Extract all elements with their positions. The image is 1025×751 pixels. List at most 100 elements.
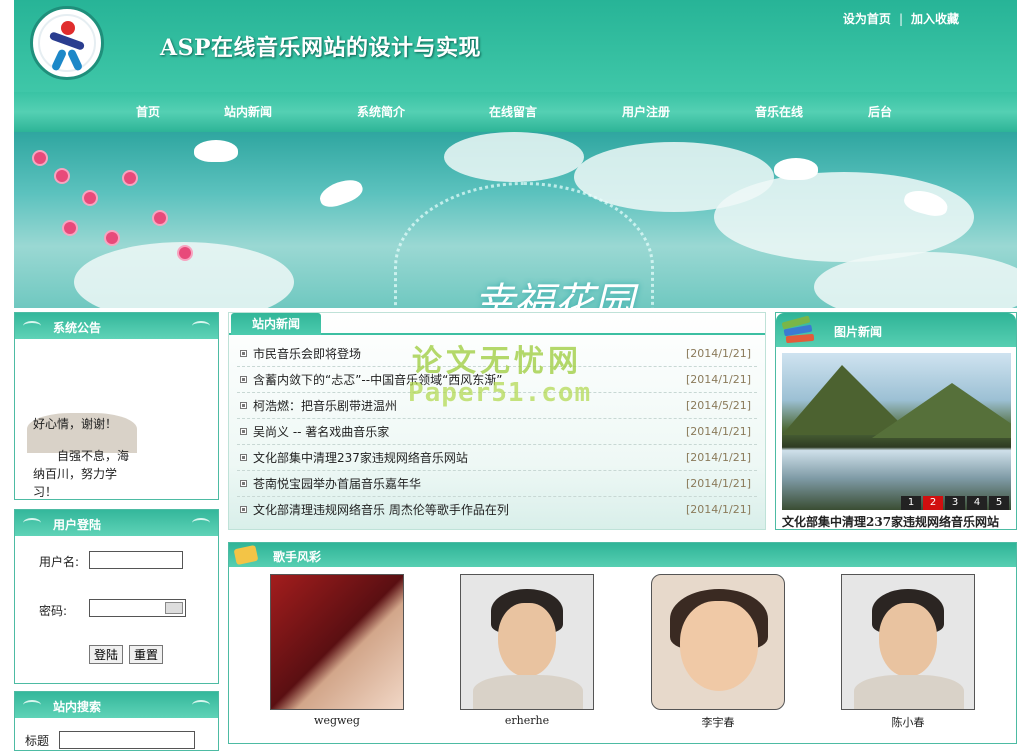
site-header: ASP在线音乐网站的设计与实现 设为首页 | 加入收藏 (14, 0, 1017, 92)
photo-mountain (872, 383, 1011, 438)
singer-photo[interactable] (841, 574, 975, 710)
pager-button-3[interactable]: 3 (945, 496, 965, 510)
set-homepage-link[interactable]: 设为首页 (843, 12, 891, 26)
singer-name[interactable]: wegweg (270, 714, 404, 727)
news-item: 市民音乐会即将登场 [2014/1/21] (237, 341, 757, 367)
news-item: 吴尚义 -- 著名戏曲音乐家 [2014/1/21] (237, 419, 757, 445)
news-item-title[interactable]: 苍南悦宝园举办首届音乐嘉年华 (253, 471, 421, 497)
bullet-icon (240, 376, 247, 383)
singer-name[interactable]: 李宇春 (651, 714, 785, 730)
nav-item-admin[interactable]: 后台 (868, 103, 892, 120)
title-ornament-icon (23, 700, 41, 710)
reset-button[interactable]: 重置 (129, 645, 164, 664)
news-item-title[interactable]: 市民音乐会即将登场 (253, 341, 361, 367)
singer-face (498, 603, 556, 677)
pager-button-1[interactable]: 1 (901, 496, 921, 510)
singer-shirt (473, 675, 583, 709)
banner-cloud (714, 172, 974, 262)
picture-news-title: 图片新闻 (776, 313, 1016, 347)
pager-button-4[interactable]: 4 (967, 496, 987, 510)
news-item-date: [2014/1/21] (686, 425, 751, 438)
blossom-icon (106, 232, 118, 244)
news-item: 苍南悦宝园举办首届音乐嘉年华 [2014/1/21] (237, 471, 757, 497)
bullet-icon (240, 402, 247, 409)
news-photo[interactable]: 12345 (782, 353, 1011, 510)
login-button[interactable]: 登陆 (89, 645, 124, 664)
search-panel: 站内搜索 标题 (14, 691, 219, 751)
nav-item-guestbook[interactable]: 在线留言 (489, 103, 537, 120)
announcement-title: 系统公告 (15, 313, 218, 339)
banner-script-text: 幸福花园 (474, 280, 634, 308)
top-links: 设为首页 | 加入收藏 (843, 10, 959, 27)
login-title-text: 用户登陆 (53, 518, 102, 532)
singer-card[interactable]: erherhe (460, 574, 594, 727)
singer-photo[interactable] (270, 574, 404, 710)
site-logo[interactable] (30, 6, 104, 80)
bullet-icon (240, 454, 247, 461)
singer-photo[interactable] (651, 574, 785, 710)
news-item-title[interactable]: 含蓄内敛下的“忐忑”--中国音乐领域“西风东渐” (253, 367, 503, 393)
title-ornament-icon (23, 518, 41, 528)
nav-item-news[interactable]: 站内新闻 (224, 103, 272, 120)
blossom-icon (34, 152, 46, 164)
pager-button-5[interactable]: 5 (989, 496, 1009, 510)
singer-face (879, 603, 937, 677)
bullet-icon (240, 480, 247, 487)
bullet-icon (240, 506, 247, 513)
announcement-title-text: 系统公告 (53, 321, 102, 335)
blossom-icon (64, 222, 76, 234)
singer-face (680, 601, 758, 691)
nav-item-register[interactable]: 用户注册 (622, 103, 670, 120)
dove-icon (194, 140, 238, 162)
singer-name[interactable]: 陈小春 (841, 714, 975, 730)
books-icon (780, 315, 816, 345)
add-favorite-link[interactable]: 加入收藏 (911, 12, 959, 26)
news-panel: 站内新闻 市民音乐会即将登场 [2014/1/21] 含蓄内敛下的“忐忑”--中国… (228, 312, 766, 530)
password-label: 密码: (39, 604, 68, 618)
dove-icon (774, 158, 818, 180)
news-list: 市民音乐会即将登场 [2014/1/21] 含蓄内敛下的“忐忑”--中国音乐领域“… (237, 341, 757, 523)
news-item: 文化部集中清理237家违规网络音乐网站 [2014/1/21] (237, 445, 757, 471)
site-title: ASP在线音乐网站的设计与实现 (160, 35, 482, 61)
news-item-title[interactable]: 吴尚义 -- 著名戏曲音乐家 (253, 419, 389, 445)
keyboard-icon[interactable] (165, 602, 183, 614)
singer-photo[interactable] (460, 574, 594, 710)
news-tabbar: 站内新闻 (229, 313, 765, 335)
announcement-line-1: 好心情，谢谢！ (33, 417, 118, 431)
nav-item-home[interactable]: 首页 (136, 103, 160, 120)
title-ornament-icon (192, 700, 210, 710)
search-input[interactable] (59, 731, 195, 749)
news-item-date: [2014/1/21] (686, 373, 751, 386)
blossom-icon (84, 192, 96, 204)
nav-item-intro[interactable]: 系统简介 (357, 103, 405, 120)
blossom-icon (124, 172, 136, 184)
photo-caption[interactable]: 文化部集中清理237家违规网络音乐网站 (782, 513, 999, 530)
news-item-date: [2014/5/21] (686, 399, 751, 412)
singer-name[interactable]: erherhe (460, 714, 594, 727)
main-nav: 首页 站内新闻 系统简介 在线留言 用户注册 音乐在线 后台 (14, 92, 1017, 132)
tab-site-news[interactable]: 站内新闻 (231, 313, 321, 335)
news-item-title[interactable]: 柯浩燃：把音乐剧带进温州 (253, 393, 397, 419)
title-ornament-icon (192, 321, 210, 331)
banner-image: 幸福花园 (14, 132, 1017, 308)
logo-figure-head (61, 21, 75, 35)
top-links-separator: | (898, 12, 903, 26)
blossom-icon (179, 247, 191, 259)
blossom-icon (56, 170, 68, 182)
picture-news-title-text: 图片新闻 (834, 325, 883, 339)
announcement-body: 好心情，谢谢！ 自强不息，海纳百川，努力学习！ (27, 413, 137, 499)
title-ornament-icon (192, 518, 210, 528)
nav-item-music[interactable]: 音乐在线 (755, 103, 803, 120)
bullet-icon (240, 350, 247, 357)
singer-card[interactable]: wegweg (270, 574, 404, 727)
singer-card[interactable]: 陈小春 (841, 574, 975, 730)
dove-icon (316, 175, 366, 211)
singer-shirt (854, 675, 964, 709)
news-item-title[interactable]: 文化部清理违规网络音乐 周杰伦等歌手作品在列 (253, 497, 509, 523)
news-item-title[interactable]: 文化部集中清理237家违规网络音乐网站 (253, 445, 468, 471)
singer-card[interactable]: 李宇春 (651, 574, 785, 730)
news-item-date: [2014/1/21] (686, 477, 751, 490)
username-input[interactable] (89, 551, 183, 569)
pager-button-2[interactable]: 2 (923, 496, 943, 510)
photo-pager: 12345 (899, 494, 1009, 510)
